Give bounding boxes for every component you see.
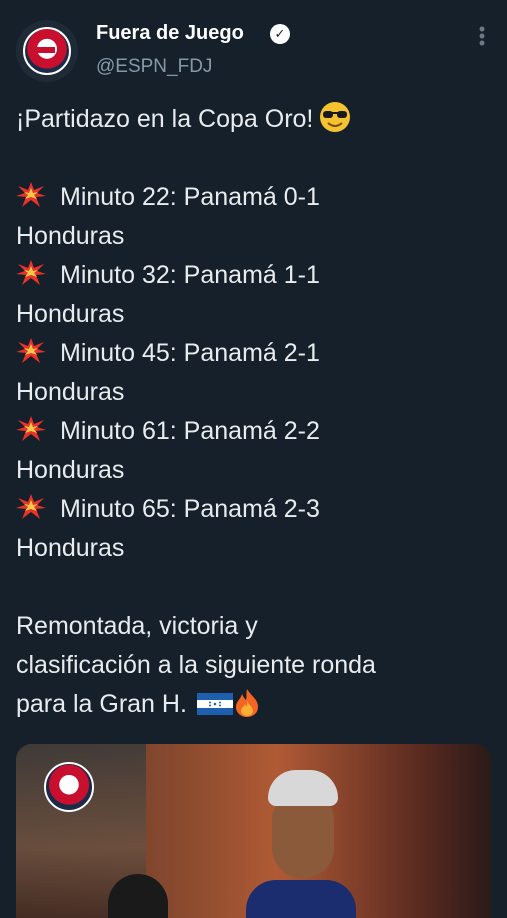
espn-logo-icon [23,27,71,75]
collision-emoji-icon [16,494,46,519]
user-handle[interactable]: @ESPN_FDJ [96,56,212,78]
player-shirt [246,880,356,918]
tweet-header: Fuera de Juego ✓ @ESPN_FDJ • • • [16,16,491,82]
goal-text: Minuto 61: Panamá 2-2 [60,417,320,445]
closing-line: Remontada, victoria y [16,612,258,640]
player-photo [246,770,356,918]
goal-text: Minuto 45: Panamá 2-1 [60,339,320,367]
more-options-icon[interactable]: • • • [477,20,487,52]
collision-emoji-icon [16,260,46,285]
goal-line: Minuto 61: Panamá 2-2 [16,412,491,451]
closing-line: clasificación a la siguiente ronda [16,651,376,679]
closing-line: para la Gran H. [16,685,491,724]
tweet-intro: ¡Partidazo en la Copa Oro! [16,105,314,133]
sunglasses-emoji-icon [320,102,351,132]
goal-line: Minuto 22: Panamá 0-1 [16,178,491,217]
goal-text: Minuto 65: Panamá 2-3 [60,495,320,523]
goal-line: Minuto 65: Panamá 2-3 [16,490,491,529]
collision-emoji-icon [16,182,46,207]
goal-line: Minuto 32: Panamá 1-1 [16,256,491,295]
closing-text: para la Gran H. [16,690,187,718]
avatar[interactable] [16,20,78,82]
collision-emoji-icon [16,416,46,441]
goal-team-line: Honduras [16,378,125,406]
tweet-text: ¡Partidazo en la Copa Oro! Minuto 22: Pa… [16,100,491,724]
honduras-flag-icon [196,693,233,715]
fire-emoji-icon [235,689,258,717]
goal-team-line: Honduras [16,456,125,484]
goal-text: Minuto 22: Panamá 0-1 [60,183,320,211]
collision-emoji-icon [16,338,46,363]
tweet-card[interactable]: Fuera de Juego ✓ @ESPN_FDJ • • • ¡Partidaz… [0,0,507,918]
goal-text: Minuto 32: Panamá 1-1 [60,261,320,289]
tweet-media-image[interactable] [16,744,491,918]
player-hair [268,770,338,806]
verified-badge-icon: ✓ [270,24,290,44]
espn-logo-icon [44,762,94,812]
goal-team-line: Honduras [16,222,125,250]
tweet-intro-line: ¡Partidazo en la Copa Oro! [16,100,491,139]
goal-line: Minuto 45: Panamá 2-1 [16,334,491,373]
goal-team-line: Honduras [16,534,125,562]
goal-team-line: Honduras [16,300,125,328]
display-name[interactable]: Fuera de Juego [96,22,244,45]
